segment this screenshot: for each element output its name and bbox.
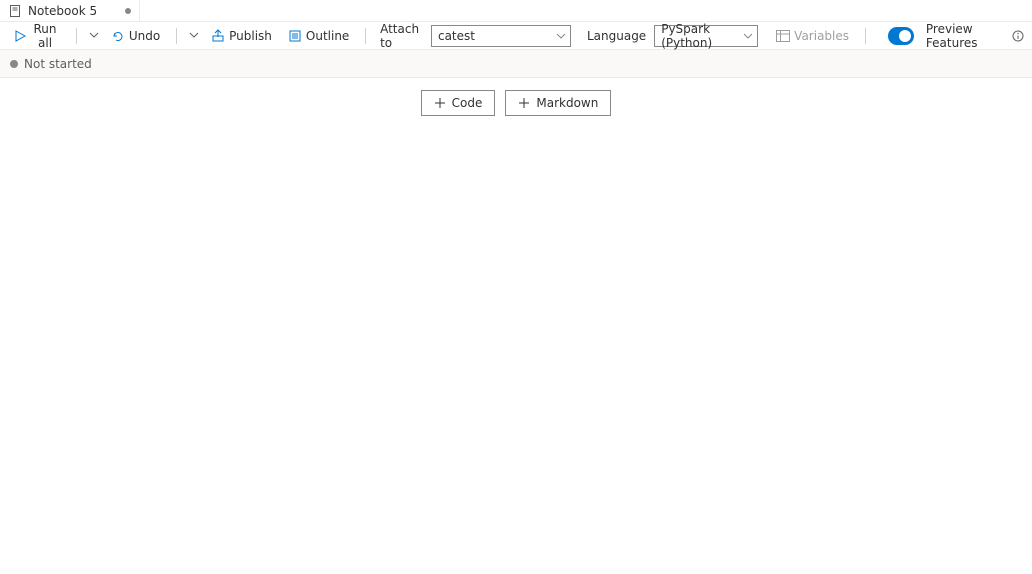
chevron-down-icon bbox=[743, 31, 753, 41]
run-all-button[interactable]: Run all bbox=[8, 19, 66, 53]
variables-icon bbox=[776, 29, 790, 43]
tab-title: Notebook 5 bbox=[28, 4, 97, 18]
divider bbox=[865, 28, 866, 44]
run-all-dropdown[interactable] bbox=[87, 25, 101, 47]
content-area: Code Markdown bbox=[0, 78, 1032, 116]
status-text: Not started bbox=[24, 57, 92, 71]
preview-features-label: Preview Features bbox=[926, 22, 1000, 50]
preview-features-toggle[interactable] bbox=[888, 27, 914, 45]
add-markdown-cell-button[interactable]: Markdown bbox=[505, 90, 611, 116]
attach-to-value: catest bbox=[438, 29, 475, 43]
language-label: Language bbox=[587, 29, 646, 43]
attach-to-label: Attach to bbox=[380, 22, 423, 50]
divider bbox=[365, 28, 366, 44]
undo-label: Undo bbox=[129, 29, 160, 43]
outline-icon bbox=[288, 29, 302, 43]
undo-dropdown[interactable] bbox=[187, 25, 201, 47]
add-code-label: Code bbox=[452, 96, 483, 110]
chevron-down-icon bbox=[189, 28, 199, 43]
toolbar: Run all Undo Publish Outline Attach to c… bbox=[0, 22, 1032, 50]
attach-to-dropdown[interactable]: catest bbox=[431, 25, 571, 47]
publish-icon bbox=[211, 29, 225, 43]
unsaved-indicator-icon bbox=[125, 8, 131, 14]
chevron-down-icon bbox=[556, 31, 566, 41]
status-bar: Not started bbox=[0, 50, 1032, 78]
play-icon bbox=[14, 29, 26, 43]
status-indicator-icon bbox=[10, 60, 18, 68]
run-all-label: Run all bbox=[30, 22, 60, 50]
variables-button[interactable]: Variables bbox=[770, 26, 855, 46]
tab-bar: Notebook 5 bbox=[0, 0, 1032, 22]
undo-button[interactable]: Undo bbox=[105, 26, 166, 46]
info-icon[interactable] bbox=[1012, 30, 1024, 42]
outline-button[interactable]: Outline bbox=[282, 26, 355, 46]
divider bbox=[76, 28, 77, 44]
add-code-cell-button[interactable]: Code bbox=[421, 90, 496, 116]
chevron-down-icon bbox=[89, 28, 99, 43]
divider bbox=[176, 28, 177, 44]
toggle-knob bbox=[899, 30, 911, 42]
plus-icon bbox=[434, 97, 446, 109]
language-value: PySpark (Python) bbox=[661, 22, 739, 50]
undo-icon bbox=[111, 29, 125, 43]
publish-label: Publish bbox=[229, 29, 272, 43]
variables-label: Variables bbox=[794, 29, 849, 43]
language-dropdown[interactable]: PySpark (Python) bbox=[654, 25, 758, 47]
add-markdown-label: Markdown bbox=[536, 96, 598, 110]
publish-button[interactable]: Publish bbox=[205, 26, 278, 46]
outline-label: Outline bbox=[306, 29, 349, 43]
notebook-icon bbox=[8, 4, 22, 18]
plus-icon bbox=[518, 97, 530, 109]
